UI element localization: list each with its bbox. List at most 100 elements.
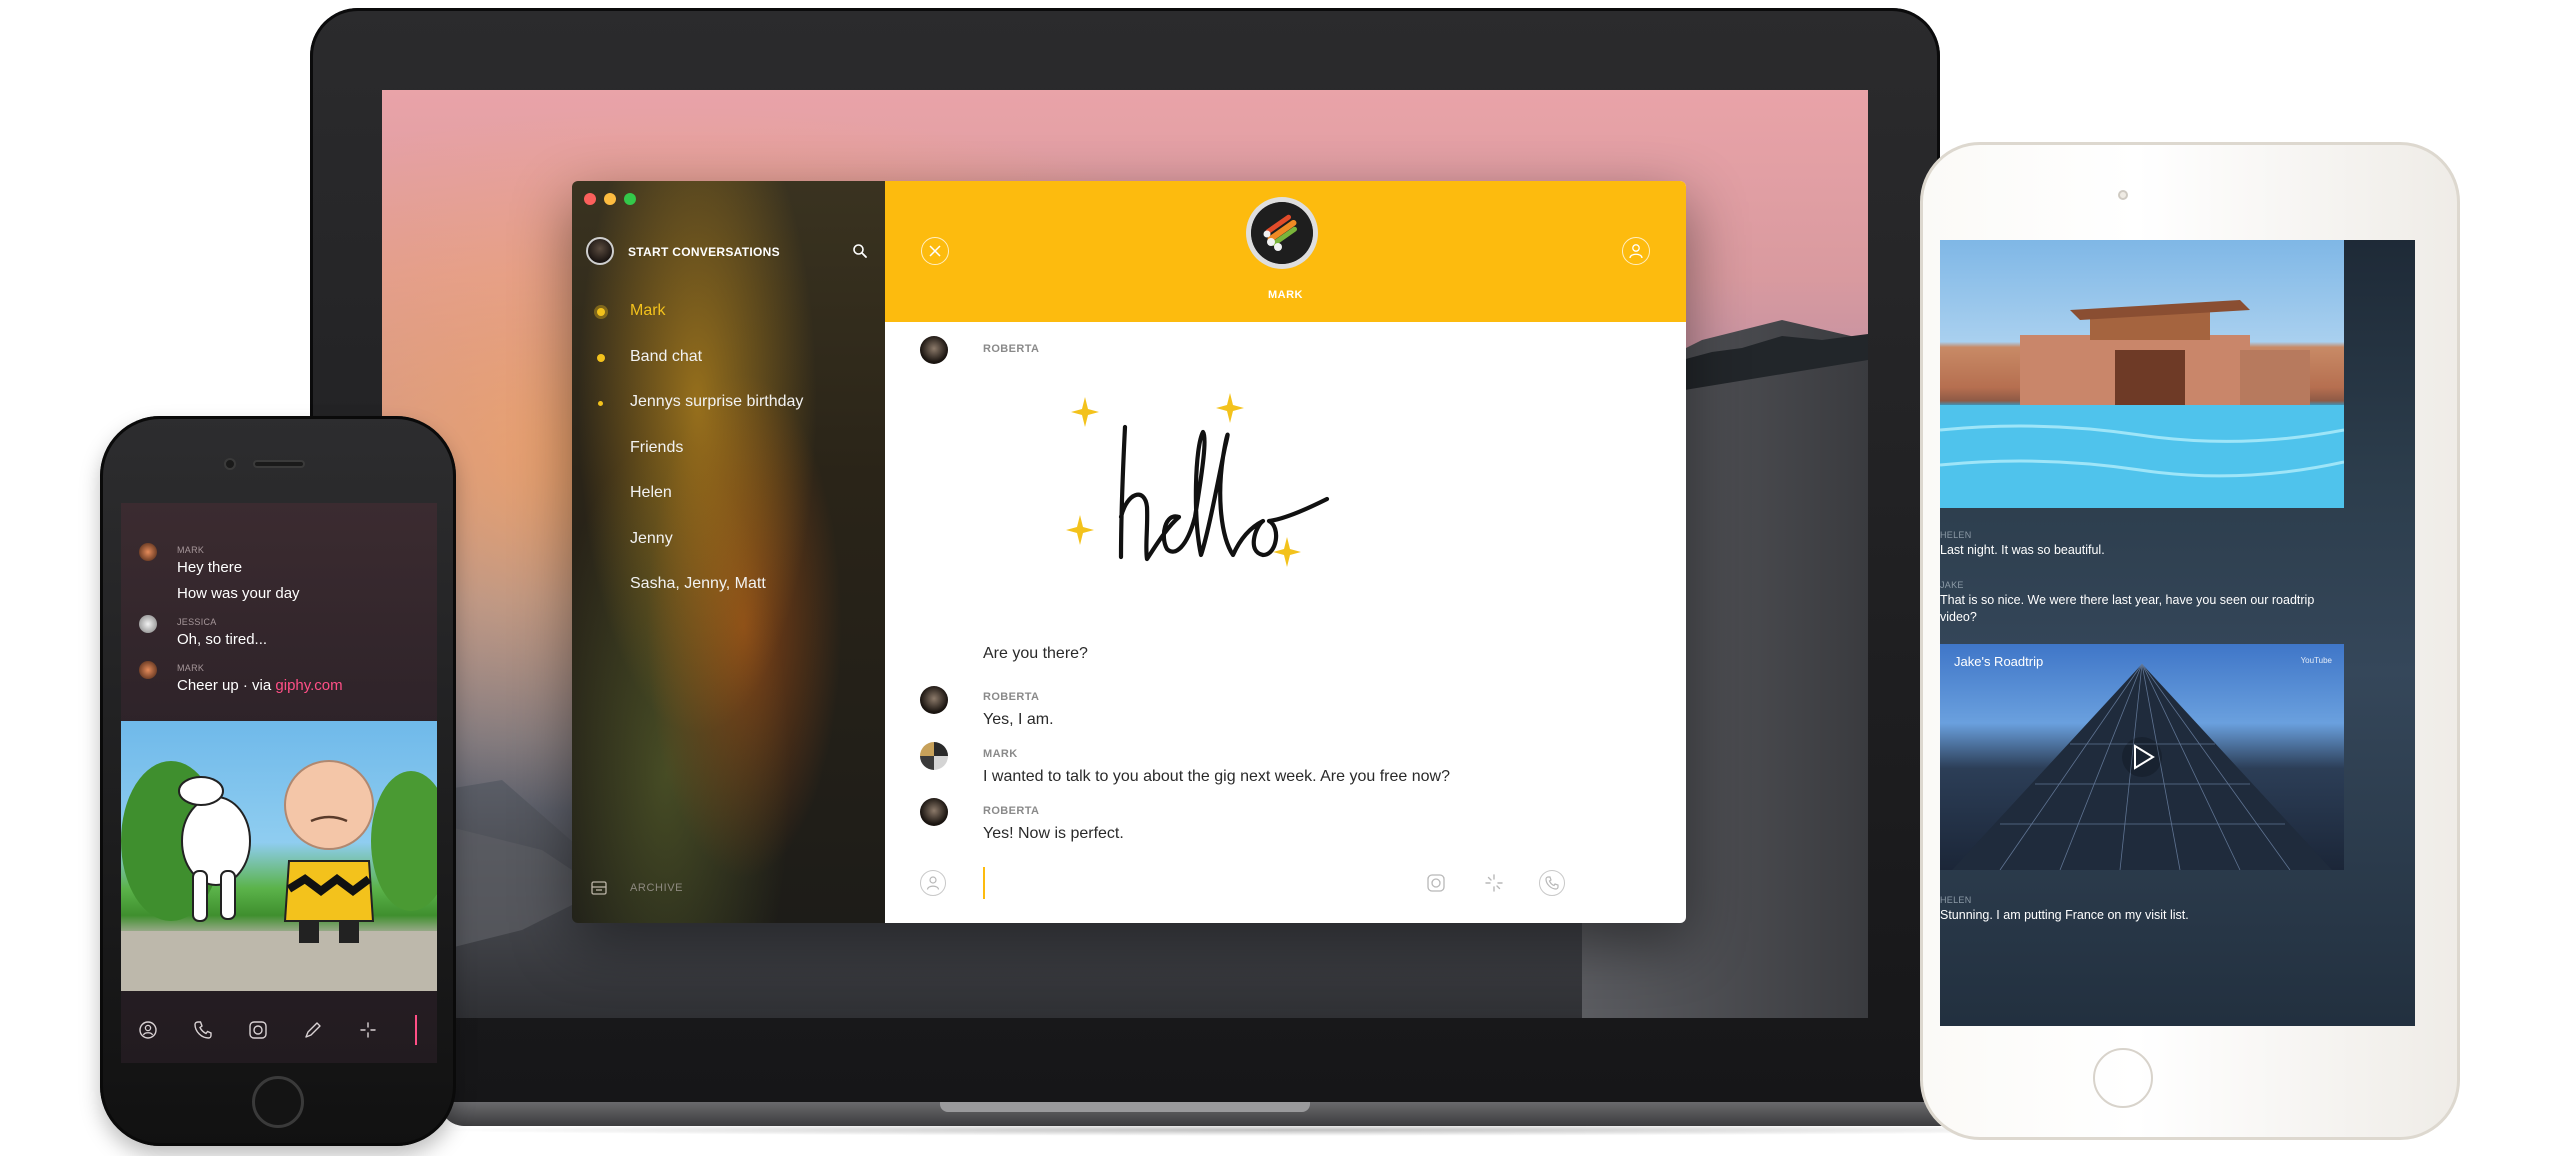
- message-author: MARK: [177, 663, 205, 673]
- giphy-link[interactable]: giphy.com: [275, 677, 342, 694]
- message-author: ROBERTA: [983, 691, 1040, 703]
- roberta-avatar[interactable]: [920, 798, 948, 826]
- search-icon[interactable]: [852, 243, 868, 259]
- sidebar-item-sasha-jenny-matt[interactable]: Sasha, Jenny, Matt: [572, 562, 885, 608]
- message-composer: [885, 853, 1686, 923]
- conversation-label: Jenny: [630, 529, 673, 547]
- message-text: Cheer up · via giphy.com: [177, 677, 343, 694]
- message-author: HELEN: [1940, 530, 1972, 540]
- phone-camera: [224, 458, 236, 470]
- contacts-icon[interactable]: [137, 1019, 159, 1041]
- call-button[interactable]: [1539, 870, 1565, 896]
- camera-icon[interactable]: [247, 1019, 269, 1041]
- unread-indicator: [597, 353, 605, 362]
- window-close-button[interactable]: [584, 193, 596, 205]
- message-text-prefix: Cheer up · via: [177, 677, 276, 694]
- villa-illustration: [1940, 300, 2344, 508]
- giphy-image[interactable]: [121, 721, 437, 991]
- sidebar-item-mark[interactable]: Mark: [572, 289, 885, 335]
- message-author: MARK: [177, 545, 205, 555]
- archive-button[interactable]: ARCHIVE: [590, 877, 790, 901]
- message-text: Hey there: [177, 559, 243, 576]
- conversation-label: Band chat: [630, 347, 703, 365]
- message-text: Yes! Now is perfect.: [983, 825, 1124, 842]
- start-conversations-button[interactable]: START CONVERSATIONS: [628, 245, 780, 259]
- active-indicator: [597, 308, 605, 316]
- window-minimize-button[interactable]: [604, 193, 616, 205]
- youtube-badge: YouTube: [2300, 656, 2332, 665]
- sidebar-item-friends[interactable]: Friends: [572, 426, 885, 472]
- message-author: MARK: [983, 748, 1018, 760]
- message-text: How was your day: [177, 585, 300, 602]
- mark-avatar[interactable]: [920, 742, 948, 770]
- message-text: Are you there?: [983, 645, 1088, 662]
- phone-speaker: [253, 460, 305, 468]
- laptop-notch: [940, 1102, 1310, 1112]
- food-photo: [1251, 202, 1313, 264]
- user-avatar[interactable]: [586, 237, 614, 265]
- phone-icon[interactable]: [192, 1019, 214, 1041]
- roberta-avatar[interactable]: [920, 336, 948, 364]
- camera-icon: [1427, 874, 1445, 892]
- conversation-label: Jennys surprise birthday: [630, 393, 804, 410]
- person-icon: [1629, 244, 1643, 259]
- roberta-avatar[interactable]: [920, 686, 948, 714]
- conversation-label: Helen: [630, 484, 672, 501]
- message-author: ROBERTA: [983, 805, 1040, 817]
- contacts-button[interactable]: [920, 870, 946, 896]
- message-author: JESSICA: [177, 617, 217, 627]
- laptop-shadow: [420, 1124, 2140, 1136]
- sidebar-header: START CONVERSATIONS: [586, 235, 876, 269]
- giphy-button[interactable]: [1481, 870, 1507, 896]
- window-zoom-button[interactable]: [624, 193, 636, 205]
- person-icon: [926, 876, 940, 890]
- sidebar-item-jennys-surprise-birthday[interactable]: Jennys surprise birthday: [572, 380, 885, 426]
- desktop-app-window: START CONVERSATIONS Mark Band chat Jenny…: [572, 181, 1686, 923]
- sparkle-icon: [1485, 874, 1503, 892]
- contact-name: MARK: [1268, 289, 1303, 301]
- hello-sketch: [1066, 393, 1330, 567]
- unread-indicator: [598, 401, 603, 406]
- pyramid-illustration: [1952, 663, 2332, 870]
- message-input[interactable]: [983, 867, 985, 899]
- cartoon-illustration: [121, 760, 437, 991]
- sidebar-item-jenny[interactable]: Jenny: [572, 517, 885, 563]
- message-text: Yes, I am.: [983, 711, 1054, 728]
- tablet-screen: HELEN Last night. It was so beautiful. J…: [1940, 240, 2415, 1026]
- contact-avatar[interactable]: [1246, 197, 1318, 269]
- mark-avatar[interactable]: [139, 661, 157, 679]
- tablet-camera: [2118, 190, 2128, 200]
- phone-icon: [1545, 876, 1559, 890]
- conversation-label: Friends: [630, 438, 684, 456]
- jessica-avatar[interactable]: [139, 615, 157, 633]
- tablet-home-button[interactable]: [2093, 1048, 2153, 1108]
- message-author: HELEN: [1940, 895, 1972, 905]
- archive-label: ARCHIVE: [630, 882, 684, 894]
- phone-home-button[interactable]: [252, 1076, 304, 1128]
- mark-avatar[interactable]: [139, 543, 157, 561]
- message-text: I wanted to talk to you about the gig ne…: [983, 768, 1450, 785]
- shared-photo-pool[interactable]: [1940, 240, 2344, 508]
- sidebar-item-band-chat[interactable]: Band chat: [572, 335, 885, 381]
- pencil-icon[interactable]: [302, 1019, 324, 1041]
- message-author: JAKE: [1940, 580, 1964, 590]
- message-text: Last night. It was so beautiful.: [1940, 543, 2105, 557]
- chat-panel: MARK ROBERTA Are you there? ROBERTA Yes,…: [885, 181, 1686, 923]
- message-text: That is so nice. We were there last year…: [1940, 593, 2315, 624]
- camera-button[interactable]: [1423, 870, 1449, 896]
- contact-profile-button[interactable]: [1622, 237, 1650, 265]
- sparkle-icon[interactable]: [357, 1019, 379, 1041]
- message-author: ROBERTA: [983, 343, 1040, 355]
- sidebar-item-helen[interactable]: Helen: [572, 471, 885, 517]
- close-conversation-button[interactable]: [921, 237, 949, 265]
- conversation-label: Mark: [630, 302, 666, 319]
- conversation-list: Mark Band chat Jennys surprise birthday …: [572, 289, 885, 608]
- sidebar: START CONVERSATIONS Mark Band chat Jenny…: [572, 181, 885, 923]
- chat-header: MARK: [885, 181, 1686, 322]
- message-text: Oh, so tired...: [177, 631, 268, 648]
- video-card[interactable]: Jake's Roadtrip YouTube: [1940, 644, 2344, 870]
- archive-icon: [591, 881, 607, 895]
- message-text: Stunning. I am putting France on my visi…: [1940, 908, 2189, 922]
- phone-screen: MARK Hey there How was your day JESSICA …: [121, 503, 437, 1063]
- conversation-label: Sasha, Jenny, Matt: [630, 575, 766, 592]
